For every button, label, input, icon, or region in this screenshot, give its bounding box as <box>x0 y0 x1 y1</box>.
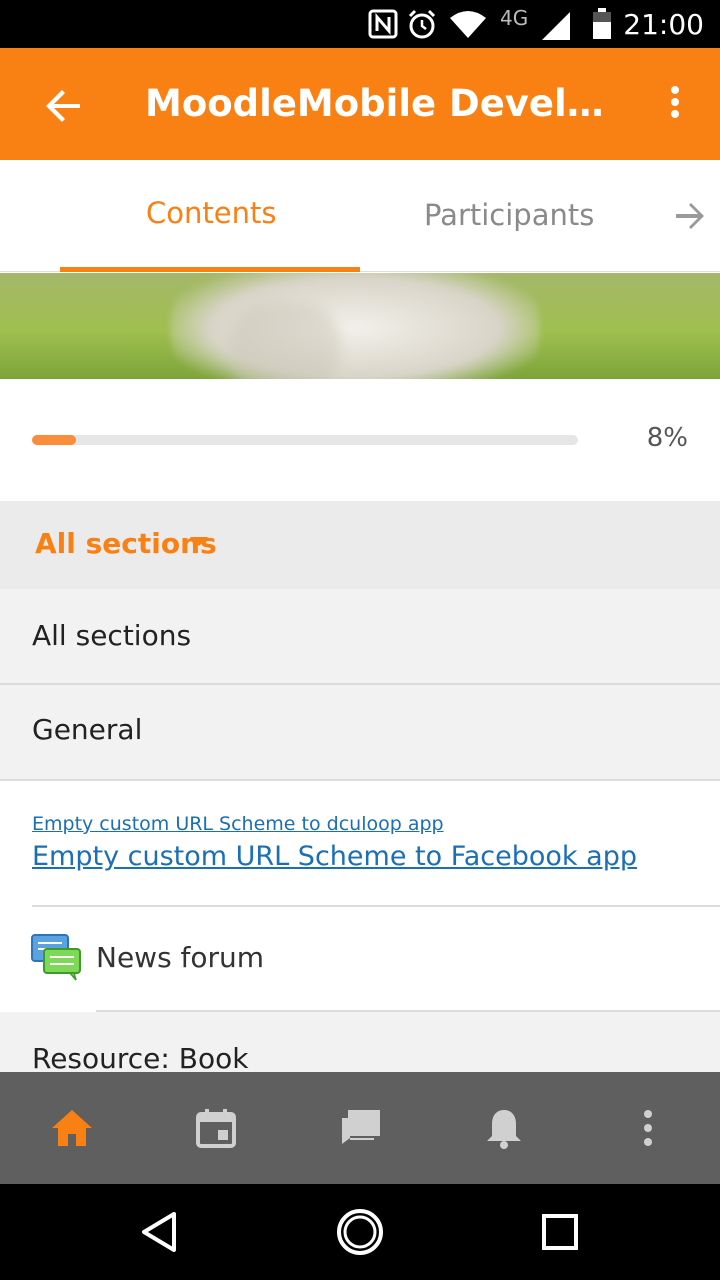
dropdown-option-all-sections[interactable]: All sections <box>0 589 720 685</box>
forum-icon <box>31 934 81 981</box>
app-bar: MoodleMobile Develope... <box>0 48 720 160</box>
home-icon[interactable] <box>50 1106 94 1150</box>
dculoop-link[interactable]: Empty custom URL Scheme to dculoop app <box>32 813 444 835</box>
arrow-right-icon[interactable] <box>672 198 708 234</box>
facebook-link[interactable]: Empty custom URL Scheme to Facebook app <box>32 841 637 872</box>
bottom-tab-bar <box>0 1072 720 1184</box>
more-vert-icon[interactable] <box>660 82 690 130</box>
back-triangle-icon[interactable] <box>134 1206 186 1258</box>
alarm-icon <box>408 9 436 39</box>
tab-participants[interactable]: Participants <box>424 198 594 232</box>
forum-label: News forum <box>96 941 265 974</box>
progress-bar <box>32 435 578 445</box>
battery-icon <box>593 8 611 39</box>
status-time: 21:00 <box>623 8 704 41</box>
course-tabs: Contents Participants <box>0 160 720 272</box>
wifi-icon <box>450 11 486 38</box>
resource-label: Resource: Book <box>32 1042 249 1072</box>
active-tab-indicator <box>60 267 360 272</box>
news-forum-item[interactable]: News forum <box>0 907 720 1012</box>
tab-contents[interactable]: Contents <box>146 196 276 230</box>
system-nav-bar <box>0 1184 720 1280</box>
caret-down-icon <box>190 537 208 546</box>
network-type: 4G <box>500 6 529 30</box>
progress-label: 8% <box>646 423 688 453</box>
dropdown-option-general[interactable]: General <box>0 685 720 781</box>
section-summary: Empty custom URL Scheme to dculoop app E… <box>0 781 720 907</box>
resource-book-item[interactable]: Resource: Book <box>0 1012 720 1072</box>
status-bar: 4G 21:00 <box>0 0 720 48</box>
nfc-icon <box>368 9 398 39</box>
section-selector[interactable]: All sections <box>0 501 720 589</box>
recents-square-icon[interactable] <box>534 1206 586 1258</box>
page-title: MoodleMobile Develope... <box>145 82 615 125</box>
option-label: General <box>32 713 143 746</box>
signal-icon <box>542 12 570 40</box>
more-vert-icon[interactable] <box>626 1106 670 1150</box>
progress-bar-fill <box>32 435 76 445</box>
option-label: All sections <box>32 619 192 652</box>
calendar-icon[interactable] <box>194 1106 238 1150</box>
course-banner-image <box>0 273 720 379</box>
arrow-left-icon[interactable] <box>40 82 88 130</box>
messages-icon[interactable] <box>338 1106 382 1150</box>
home-circle-icon[interactable] <box>334 1206 386 1258</box>
notifications-icon[interactable] <box>482 1106 526 1150</box>
course-progress: 8% <box>0 379 720 501</box>
